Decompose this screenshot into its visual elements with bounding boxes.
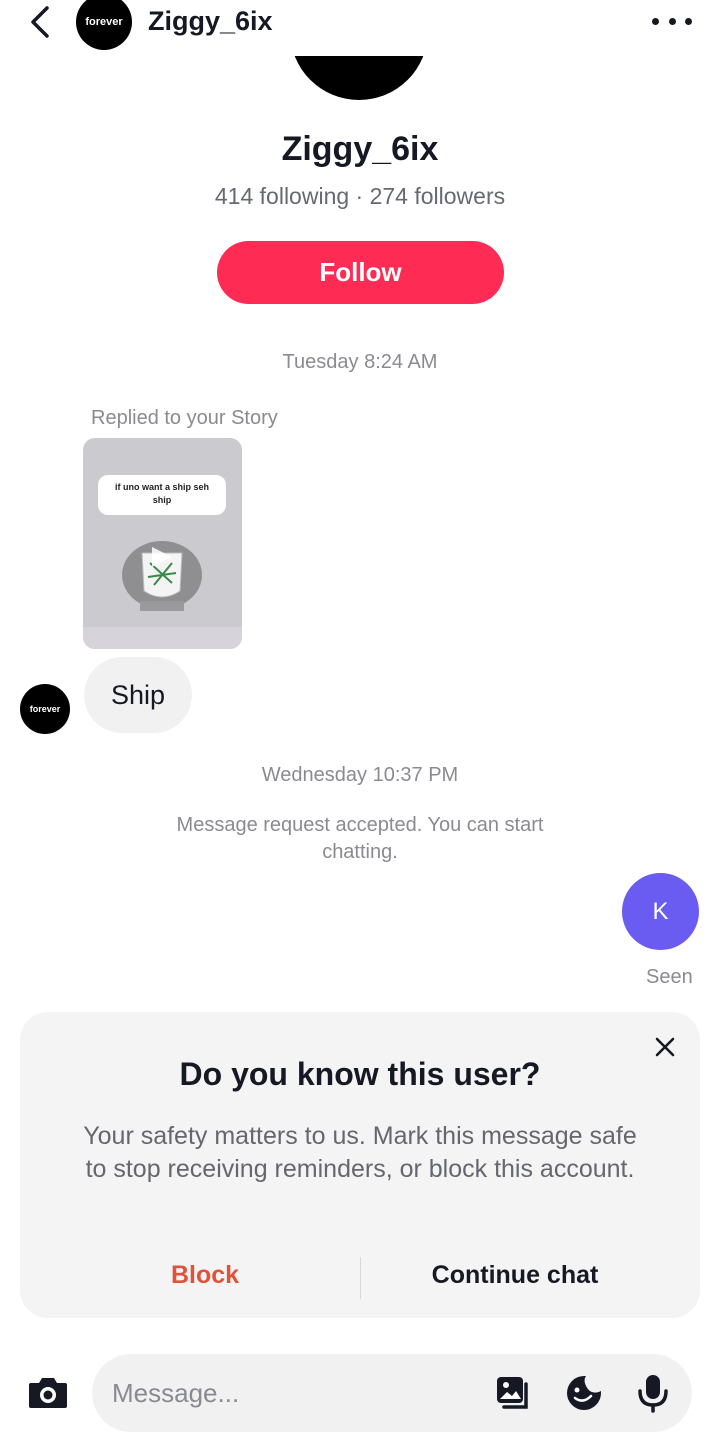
close-icon	[655, 1037, 675, 1057]
my-avatar[interactable]: K	[622, 873, 699, 950]
more-options-button[interactable]	[652, 8, 692, 34]
back-button[interactable]	[22, 4, 58, 40]
my-avatar-letter: K	[652, 897, 669, 925]
more-dot-icon	[652, 17, 659, 25]
system-message: Message request accepted. You can start …	[176, 814, 544, 863]
header-avatar-text: forever	[85, 16, 123, 28]
message-bubble[interactable]: Ship	[84, 657, 192, 733]
card-title: Do you know this user?	[179, 1056, 541, 1092]
seen-status: Seen	[646, 966, 693, 988]
microphone-icon	[638, 1375, 668, 1413]
replied-label: Replied to your Story	[91, 407, 278, 429]
profile-name: Ziggy_6ix	[281, 130, 439, 168]
safety-prompt-card: Do you know this user? Your safety matte…	[20, 1012, 700, 1318]
camera-icon	[29, 1378, 67, 1408]
story-reply-thumbnail[interactable]: if uno want a ship seh ship	[83, 438, 242, 649]
camera-button[interactable]	[26, 1370, 70, 1414]
continue-chat-button[interactable]: Continue chat	[400, 1261, 630, 1290]
gallery-icon	[497, 1377, 528, 1409]
card-body: Your safety matters to us. Mark this mes…	[83, 1122, 637, 1183]
timestamp: Tuesday 8:24 AM	[282, 351, 438, 373]
gallery-button[interactable]	[492, 1372, 534, 1414]
more-dot-icon	[685, 17, 692, 25]
more-dot-icon	[668, 17, 676, 25]
story-character-image	[122, 541, 202, 611]
profile-stats: 414 following · 274 followers	[214, 183, 506, 209]
chevron-left-icon	[31, 6, 49, 38]
chat-header: forever Ziggy_6ix	[0, 0, 720, 56]
block-button[interactable]: Block	[110, 1261, 300, 1290]
sender-avatar[interactable]: forever	[20, 684, 70, 734]
message-placeholder: Message...	[112, 1378, 240, 1408]
story-caption: if uno want a ship seh ship	[98, 475, 226, 515]
divider	[360, 1257, 361, 1299]
header-avatar[interactable]: forever	[76, 0, 132, 50]
message-input[interactable]: Message...	[92, 1354, 692, 1432]
timestamp: Wednesday 10:37 PM	[261, 764, 459, 786]
sticker-icon	[567, 1376, 601, 1410]
sticker-button[interactable]	[563, 1372, 605, 1414]
header-username[interactable]: Ziggy_6ix	[148, 6, 273, 37]
microphone-button[interactable]	[632, 1372, 674, 1414]
sender-avatar-text: forever	[29, 704, 61, 714]
follow-button[interactable]: Follow	[217, 241, 504, 304]
